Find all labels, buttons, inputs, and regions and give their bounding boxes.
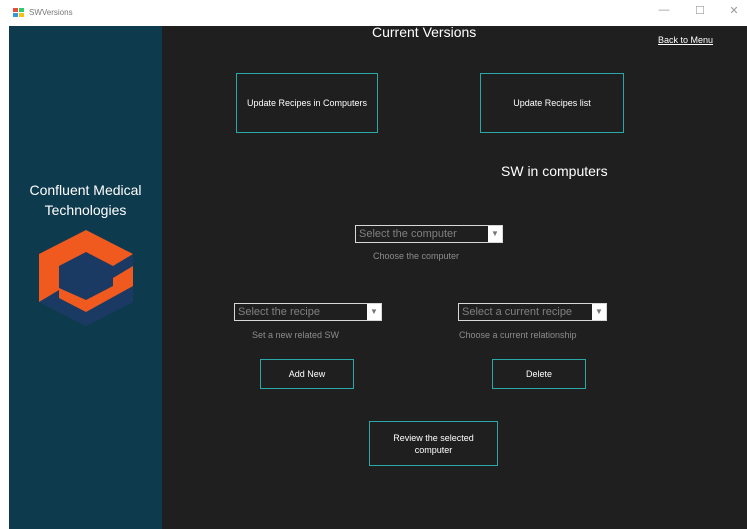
close-button[interactable]: ✕ — [724, 4, 744, 17]
minimize-button[interactable]: — — [654, 4, 674, 16]
computer-select-value: Select the computer — [359, 228, 457, 240]
add-new-button[interactable]: Add New — [260, 359, 354, 389]
update-recipes-list-button[interactable]: Update Recipes list — [480, 73, 624, 133]
chevron-down-icon[interactable]: ▼ — [488, 226, 502, 242]
current-recipe-select-hint: Choose a current relationship — [459, 330, 577, 340]
maximize-button[interactable]: ☐ — [690, 4, 710, 17]
computer-select-hint: Choose the computer — [373, 251, 460, 261]
window-titlebar: SWVersions — ☐ ✕ — [0, 0, 747, 26]
chevron-down-icon[interactable]: ▼ — [592, 304, 606, 320]
app-icon — [13, 8, 25, 18]
recipe-select[interactable]: Select the recipe ▼ — [234, 303, 382, 321]
current-recipe-select[interactable]: Select a current recipe ▼ — [458, 303, 607, 321]
chevron-down-icon[interactable]: ▼ — [367, 304, 381, 320]
section-title: SW in computers — [501, 163, 608, 179]
sidebar: Confluent Medical Technologies — [9, 26, 162, 529]
company-name-line2: Technologies — [44, 202, 127, 218]
current-recipe-select-value: Select a current recipe — [462, 306, 573, 318]
company-name-line1: Confluent Medical — [29, 182, 142, 198]
main-panel: Current Versions Back to Menu Update Rec… — [162, 24, 747, 529]
delete-button[interactable]: Delete — [492, 359, 586, 389]
page-title: Current Versions — [372, 24, 477, 40]
back-to-menu-link[interactable]: Back to Menu — [658, 35, 713, 45]
company-name: Confluent Medical Technologies — [9, 180, 162, 220]
recipe-select-hint: Set a new related SW — [252, 330, 340, 340]
update-recipes-in-computers-button[interactable]: Update Recipes in Computers — [236, 73, 378, 133]
recipe-select-value: Select the recipe — [238, 306, 320, 318]
window-title: SWVersions — [29, 8, 73, 17]
company-logo — [39, 230, 133, 326]
review-selected-computer-button[interactable]: Review the selected computer — [369, 421, 498, 466]
computer-select[interactable]: Select the computer ▼ — [355, 225, 503, 243]
